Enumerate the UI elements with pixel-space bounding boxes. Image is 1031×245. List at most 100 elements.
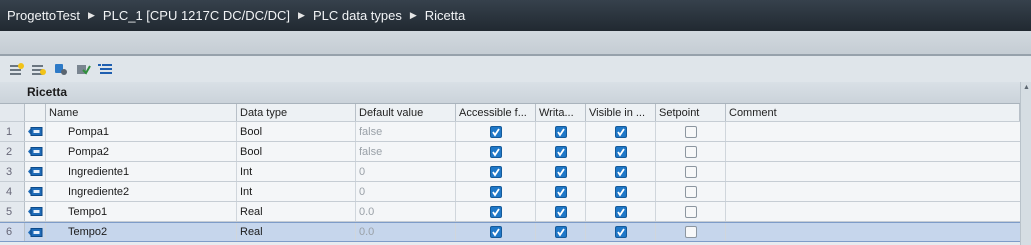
monitor-icon[interactable] xyxy=(74,60,92,78)
visible-checkbox[interactable] xyxy=(614,205,627,218)
row-number[interactable]: 1 xyxy=(0,122,25,141)
writable-cell xyxy=(536,162,586,181)
element-name[interactable]: Pompa2 xyxy=(46,142,237,161)
element-comment[interactable] xyxy=(726,202,1020,221)
visible-checkbox[interactable] xyxy=(614,145,627,158)
element-comment[interactable] xyxy=(726,142,1020,161)
accessible-checkbox[interactable] xyxy=(489,185,502,198)
writable-checkbox[interactable] xyxy=(554,165,567,178)
block-title: Ricetta xyxy=(27,85,68,99)
writable-cell xyxy=(536,142,586,161)
writable-checkbox[interactable] xyxy=(554,125,567,138)
column-header-default-value[interactable]: Default value xyxy=(356,104,456,121)
table-row[interactable]: 2 Pompa2 Bool false xyxy=(0,142,1020,162)
expand-all-icon[interactable] xyxy=(96,60,114,78)
breadcrumb-current[interactable]: Ricetta xyxy=(425,8,465,23)
element-name[interactable]: Pompa1 xyxy=(46,122,237,141)
row-number[interactable]: 2 xyxy=(0,142,25,161)
writable-cell xyxy=(536,182,586,201)
column-header-visible[interactable]: Visible in ... xyxy=(586,104,656,121)
visible-checkbox[interactable] xyxy=(614,226,627,238)
insert-row-icon[interactable] xyxy=(8,60,26,78)
column-header-name[interactable]: Name xyxy=(46,104,237,121)
column-header-setpoint[interactable]: Setpoint xyxy=(656,104,726,121)
breadcrumb-project[interactable]: ProgettoTest xyxy=(7,8,80,23)
vertical-scrollbar[interactable]: ▲ xyxy=(1020,82,1031,245)
writable-checkbox[interactable] xyxy=(554,226,567,238)
element-comment[interactable] xyxy=(726,122,1020,141)
element-default-value[interactable]: 0 xyxy=(356,162,456,181)
element-comment[interactable] xyxy=(726,162,1020,181)
setpoint-cell xyxy=(656,223,726,241)
visible-cell xyxy=(586,142,656,161)
element-default-value[interactable]: 0.0 xyxy=(356,202,456,221)
setpoint-checkbox[interactable] xyxy=(684,165,697,178)
element-comment[interactable] xyxy=(726,223,1020,241)
data-element-icon xyxy=(25,142,46,161)
data-element-icon xyxy=(25,202,46,221)
table-body: 1 Pompa1 Bool false 2 Pompa2 Bool false 3 Ingredi… xyxy=(0,122,1020,242)
column-header-accessible[interactable]: Accessible f... xyxy=(456,104,536,121)
scroll-up-icon[interactable]: ▲ xyxy=(1023,84,1030,91)
accessible-checkbox[interactable] xyxy=(489,205,502,218)
accessible-checkbox[interactable] xyxy=(489,145,502,158)
setpoint-checkbox[interactable] xyxy=(684,205,697,218)
element-default-value[interactable]: 0 xyxy=(356,182,456,201)
visible-checkbox[interactable] xyxy=(614,185,627,198)
element-data-type[interactable]: Int xyxy=(237,182,356,201)
table-row[interactable]: 3 Ingrediente1 Int 0 xyxy=(0,162,1020,182)
data-element-icon xyxy=(25,223,46,241)
element-name[interactable]: Ingrediente2 xyxy=(46,182,237,201)
writable-checkbox[interactable] xyxy=(554,205,567,218)
table-row[interactable]: 1 Pompa1 Bool false xyxy=(0,122,1020,142)
element-data-type[interactable]: Real≡ xyxy=(237,223,356,241)
breadcrumb-plc[interactable]: PLC_1 [CPU 1217C DC/DC/DC] xyxy=(103,8,290,23)
element-data-type[interactable]: Bool xyxy=(237,122,356,141)
column-header-comment[interactable]: Comment xyxy=(726,104,1020,121)
column-header-writable[interactable]: Writa... xyxy=(536,104,586,121)
accessible-checkbox[interactable] xyxy=(489,165,502,178)
accessible-cell xyxy=(456,182,536,201)
table-header: Name Data type Default value Accessible … xyxy=(0,104,1020,122)
element-name[interactable]: Tempo1 xyxy=(46,202,237,221)
element-default-value[interactable]: false xyxy=(356,142,456,161)
element-name[interactable]: Ingrediente1 xyxy=(46,162,237,181)
setpoint-checkbox[interactable] xyxy=(684,226,697,238)
setpoint-checkbox[interactable] xyxy=(684,185,697,198)
row-number-header xyxy=(0,104,25,121)
row-number[interactable]: 3 xyxy=(0,162,25,181)
setpoint-checkbox[interactable] xyxy=(684,145,697,158)
check-icon xyxy=(556,208,565,217)
breadcrumb-folder[interactable]: PLC data types xyxy=(313,8,402,23)
element-data-type[interactable]: Real xyxy=(237,202,356,221)
element-default-value[interactable]: false xyxy=(356,122,456,141)
accessible-checkbox[interactable] xyxy=(489,226,502,238)
element-default-value[interactable]: 0.0 xyxy=(356,223,456,241)
writable-cell xyxy=(536,223,586,241)
check-icon xyxy=(616,148,625,157)
row-number[interactable]: 6 xyxy=(0,223,25,241)
add-row-icon[interactable] xyxy=(30,60,48,78)
visible-checkbox[interactable] xyxy=(614,165,627,178)
element-data-type[interactable]: Bool xyxy=(237,142,356,161)
go-online-icon[interactable] xyxy=(52,60,70,78)
element-comment[interactable] xyxy=(726,182,1020,201)
check-icon xyxy=(491,188,500,197)
table-row[interactable]: 6 Tempo2Real≡0.0 xyxy=(0,222,1020,242)
element-data-type[interactable]: Int xyxy=(237,162,356,181)
table-row[interactable]: 5 Tempo1 Real 0.0 xyxy=(0,202,1020,222)
data-element-icon xyxy=(25,162,46,181)
setpoint-cell xyxy=(656,202,726,221)
setpoint-cell xyxy=(656,162,726,181)
setpoint-checkbox[interactable] xyxy=(684,125,697,138)
accessible-checkbox[interactable] xyxy=(489,125,502,138)
element-name[interactable]: Tempo2 xyxy=(46,223,237,241)
table-row[interactable]: 4 Ingrediente2 Int 0 xyxy=(0,182,1020,202)
column-header-data-type[interactable]: Data type xyxy=(237,104,356,121)
row-number[interactable]: 5 xyxy=(0,202,25,221)
writable-checkbox[interactable] xyxy=(554,145,567,158)
visible-checkbox[interactable] xyxy=(614,125,627,138)
row-number[interactable]: 4 xyxy=(0,182,25,201)
check-icon xyxy=(556,128,565,137)
writable-checkbox[interactable] xyxy=(554,185,567,198)
